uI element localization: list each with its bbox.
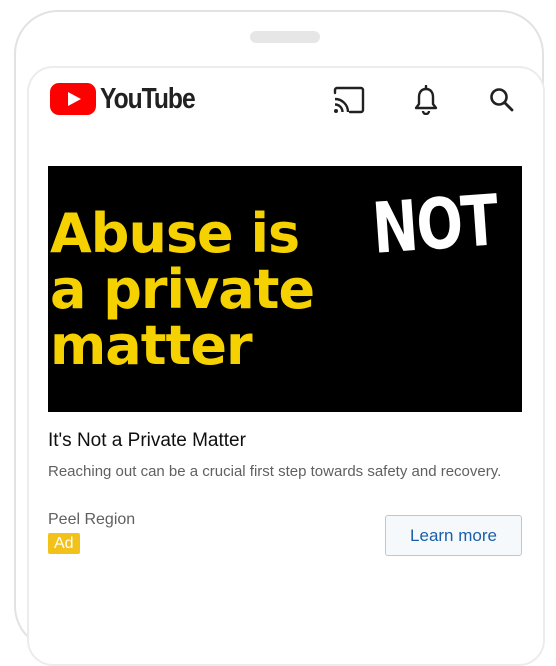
- ad-badge: Ad: [48, 533, 80, 554]
- ad-description: Reaching out can be a crucial first step…: [48, 463, 502, 480]
- search-button[interactable]: [484, 82, 520, 118]
- youtube-wordmark: YouTube: [100, 82, 196, 115]
- youtube-play-icon: [50, 83, 96, 115]
- learn-more-button[interactable]: Learn more: [385, 515, 522, 556]
- ad-image-headline: Abuse is a private matter: [50, 202, 315, 377]
- headline-line: matter: [50, 314, 253, 377]
- bell-icon: [414, 85, 438, 115]
- phone-speaker-pill: [250, 31, 320, 43]
- cast-icon: [333, 86, 365, 114]
- ad-title[interactable]: It's Not a Private Matter: [48, 430, 246, 452]
- notifications-button[interactable]: [408, 82, 444, 118]
- advertiser-name: Peel Region: [48, 511, 136, 528]
- youtube-logo[interactable]: YouTube: [50, 82, 211, 116]
- ad-image-emphasis: NOT: [369, 179, 500, 270]
- search-icon: [490, 88, 514, 112]
- headline-line: a private: [50, 258, 315, 321]
- app-header: YouTube: [50, 78, 520, 122]
- cast-button[interactable]: [331, 82, 367, 118]
- headline-line: Abuse is: [50, 202, 300, 265]
